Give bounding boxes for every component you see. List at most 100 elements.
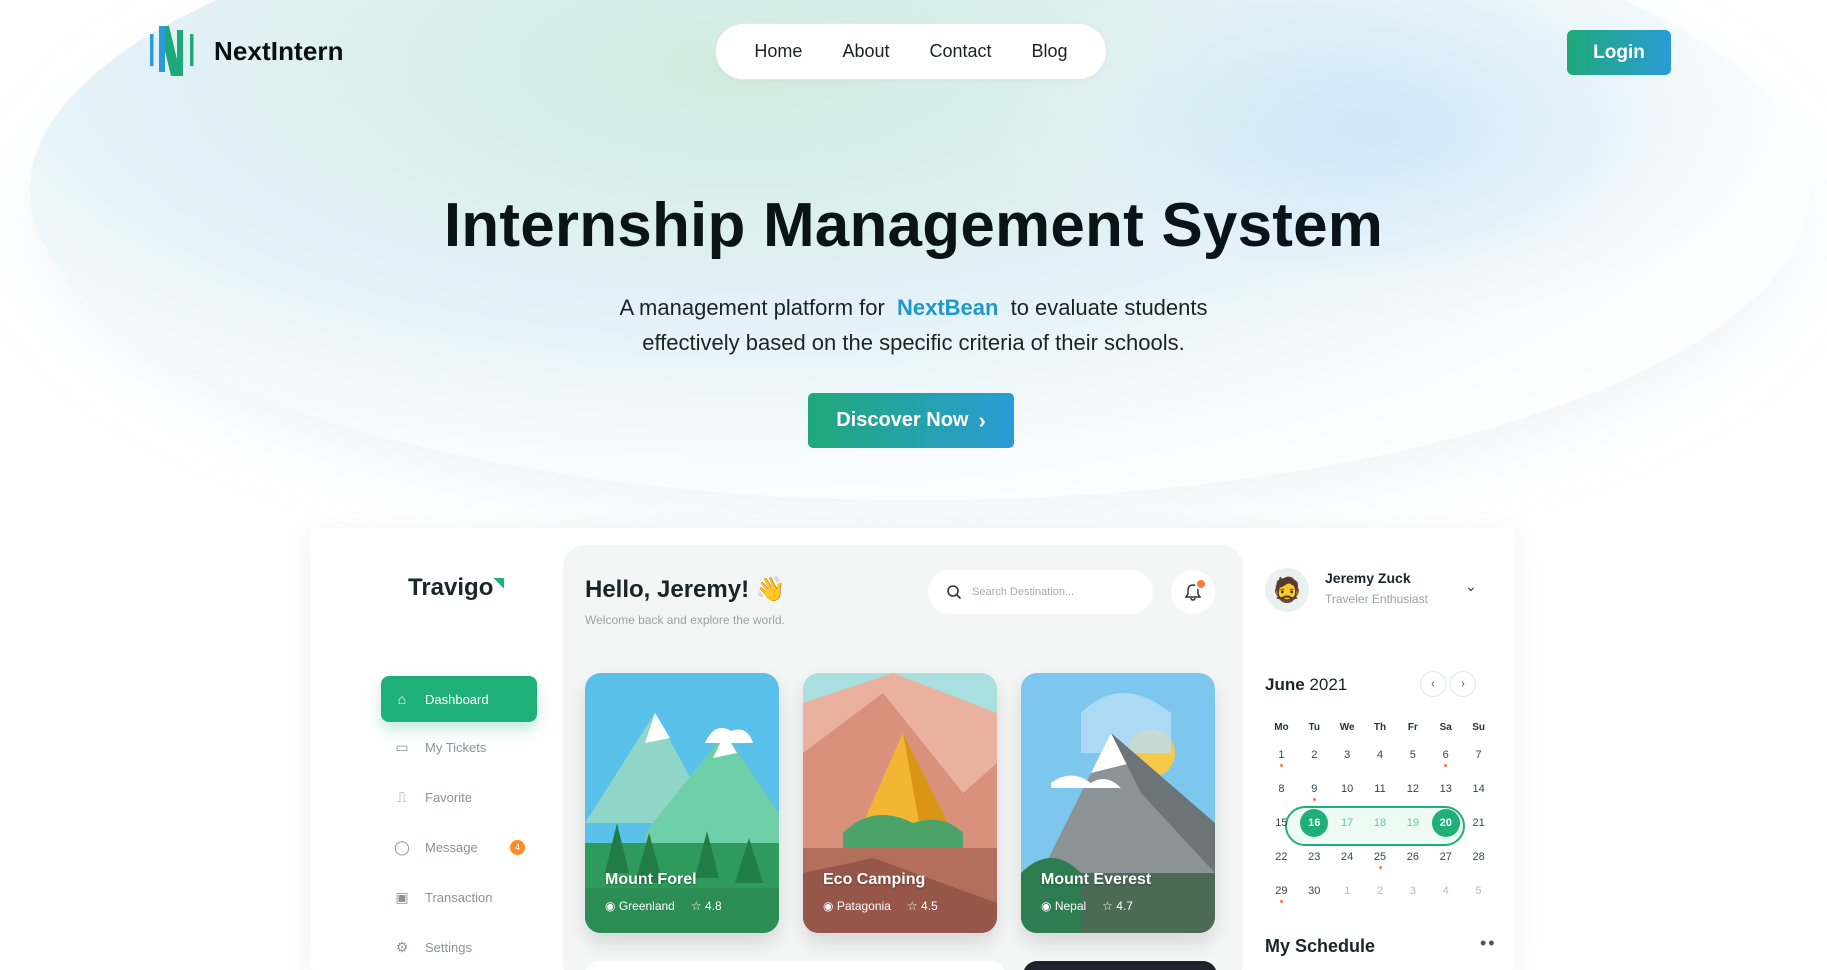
- hero-subtitle-line2: effectively based on the specific criter…: [642, 330, 1185, 355]
- nav-contact[interactable]: Contact: [929, 41, 991, 62]
- nav-about[interactable]: About: [842, 41, 889, 62]
- calendar-day[interactable]: 1: [1265, 749, 1298, 767]
- calendar-day[interactable]: 4: [1364, 749, 1397, 761]
- calendar-day[interactable]: 14: [1462, 783, 1495, 795]
- more-options-icon[interactable]: ••: [1480, 933, 1497, 954]
- calendar-day[interactable]: 15: [1265, 817, 1298, 829]
- star-icon: ☆: [1102, 899, 1117, 913]
- card-meta: ◉ Nepal ☆ 4.7: [1041, 899, 1133, 913]
- calendar-day[interactable]: 25: [1364, 851, 1397, 869]
- calendar-day-number: 22: [1275, 851, 1288, 863]
- calendar-day[interactable]: 7: [1462, 749, 1495, 761]
- card-rating: ☆ 4.5: [907, 899, 938, 913]
- calendar-grid: Mo Tu We Th Fr Sa Su 1 2 3 4 5 6 7 8 9 1…: [1265, 716, 1495, 908]
- calendar-day-range-start[interactable]: 16: [1298, 809, 1331, 837]
- calendar-day-number: 1: [1344, 885, 1351, 897]
- mock-right-panel: 🧔 Jeremy Zuck Traveler Enthusiast ⌄ June…: [1265, 528, 1515, 970]
- calendar-day[interactable]: 23: [1298, 851, 1331, 863]
- calendar-day-number: 2: [1376, 885, 1384, 897]
- sidebar-item-label: Settings: [425, 939, 472, 955]
- calendar-day[interactable]: 24: [1331, 851, 1364, 863]
- calendar-day-number: 24: [1341, 851, 1354, 863]
- sidebar-item-dashboard[interactable]: ⌂ Dashboard: [381, 676, 537, 722]
- calendar-day[interactable]: 8: [1265, 783, 1298, 795]
- sidebar-item-settings[interactable]: ⚙ Settings: [381, 924, 537, 970]
- calendar-prev-button[interactable]: ‹: [1420, 671, 1446, 697]
- sidebar-item-label: Transaction: [425, 889, 493, 905]
- calendar-day-number: 18: [1373, 817, 1387, 829]
- card-location-text: Greenland: [618, 899, 675, 913]
- calendar-day-number: 29: [1275, 885, 1288, 897]
- calendar-day-in-range[interactable]: 17: [1331, 817, 1364, 829]
- search-placeholder: Search Destination...: [972, 586, 1075, 598]
- calendar-day-number: 4: [1376, 749, 1384, 761]
- calendar-day[interactable]: 29: [1265, 885, 1298, 903]
- brand-arrow-icon: ◥: [493, 574, 505, 590]
- card-rating: ☆ 4.8: [691, 899, 722, 913]
- calendar-day-in-range[interactable]: 19: [1396, 817, 1429, 829]
- calendar-day[interactable]: 11: [1364, 783, 1397, 795]
- calendar-day-number: 8: [1278, 783, 1285, 795]
- sidebar-item-transaction[interactable]: ▣ Transaction: [381, 874, 537, 920]
- calendar-day-next-month: 1: [1331, 885, 1364, 897]
- destination-card-eco-camping[interactable]: Eco Camping ◉ Patagonia ☆ 4.5: [803, 673, 997, 933]
- login-button[interactable]: Login: [1567, 30, 1671, 75]
- mock-brand: Travigo◥: [408, 574, 504, 602]
- calendar-day[interactable]: 9: [1298, 783, 1331, 801]
- calendar-day[interactable]: 12: [1396, 783, 1429, 795]
- calendar-day-range-end[interactable]: 20: [1429, 809, 1462, 837]
- calendar-day-number: 1: [1278, 749, 1285, 761]
- sidebar-item-label: My Tickets: [425, 739, 487, 755]
- calendar-day[interactable]: 26: [1396, 851, 1429, 863]
- calendar-day[interactable]: 28: [1462, 851, 1495, 863]
- calendar-day[interactable]: 27: [1429, 851, 1462, 863]
- card-rating-value: 4.5: [920, 899, 938, 913]
- calendar-day[interactable]: 2: [1298, 749, 1331, 761]
- calendar-day[interactable]: 21: [1462, 817, 1495, 829]
- sidebar-item-my-tickets[interactable]: ▭ My Tickets: [381, 724, 537, 770]
- hero-title: Internship Management System: [443, 191, 1384, 260]
- calendar-day-number: 28: [1472, 851, 1485, 863]
- calendar-year: 2021: [1309, 675, 1348, 694]
- sidebar-item-message[interactable]: ◯ Message 4: [381, 824, 537, 870]
- chevron-down-icon[interactable]: ⌄: [1465, 578, 1477, 595]
- calendar-day[interactable]: 22: [1265, 851, 1298, 863]
- calendar-day-in-range[interactable]: 18: [1364, 817, 1397, 829]
- weekday-label: Fr: [1407, 721, 1418, 733]
- hero-subtitle: A management platform for NextBean to ev…: [0, 290, 1827, 360]
- destination-card-mount-everest[interactable]: Mount Everest ◉ Nepal ☆ 4.7: [1021, 673, 1215, 933]
- calendar-day[interactable]: 3: [1331, 749, 1364, 761]
- calendar-day-number: 10: [1341, 783, 1354, 795]
- calendar-week: 1 2 3 4 5 6 7: [1265, 738, 1495, 772]
- user-name: Jeremy Zuck: [1325, 570, 1411, 586]
- calendar-day[interactable]: 10: [1331, 783, 1364, 795]
- brand-name: NextIntern: [214, 35, 344, 66]
- calendar-day[interactable]: 5: [1396, 749, 1429, 761]
- calendar-day[interactable]: 30: [1298, 885, 1331, 897]
- nav-home[interactable]: Home: [754, 41, 802, 62]
- location-pin-icon: ◉: [605, 899, 619, 913]
- notification-button[interactable]: [1171, 570, 1215, 614]
- calendar-day[interactable]: 13: [1429, 783, 1462, 795]
- destination-search[interactable]: Search Destination...: [928, 570, 1153, 614]
- calendar-day-number: 20: [1431, 809, 1460, 837]
- ticket-icon: ▭: [395, 738, 409, 755]
- avatar[interactable]: 🧔: [1265, 568, 1309, 612]
- discover-now-label: Discover Now: [836, 409, 969, 431]
- everest-illustration: [1021, 673, 1215, 933]
- calendar-day-number: 17: [1341, 817, 1354, 829]
- wallet-icon: ▣: [395, 888, 409, 905]
- calendar-day[interactable]: 6: [1429, 749, 1462, 767]
- home-icon: ⌂: [397, 691, 407, 707]
- calendar-next-button[interactable]: ›: [1450, 671, 1476, 697]
- calendar-day-number: 23: [1308, 851, 1321, 863]
- calendar-day-number: 27: [1439, 851, 1452, 863]
- sidebar-item-label: Dashboard: [425, 691, 489, 707]
- nav-blog[interactable]: Blog: [1032, 41, 1068, 62]
- destination-card-mount-forel[interactable]: Mount Forel ◉ Greenland ☆ 4.8: [585, 673, 779, 933]
- sidebar-item-favorite[interactable]: ⎍ Favorite: [381, 774, 537, 820]
- event-dot: [1279, 764, 1283, 767]
- discover-now-button[interactable]: Discover Now ›: [808, 393, 1014, 448]
- gear-icon: ⚙: [395, 938, 409, 955]
- site-logo[interactable]: NextIntern: [148, 24, 344, 78]
